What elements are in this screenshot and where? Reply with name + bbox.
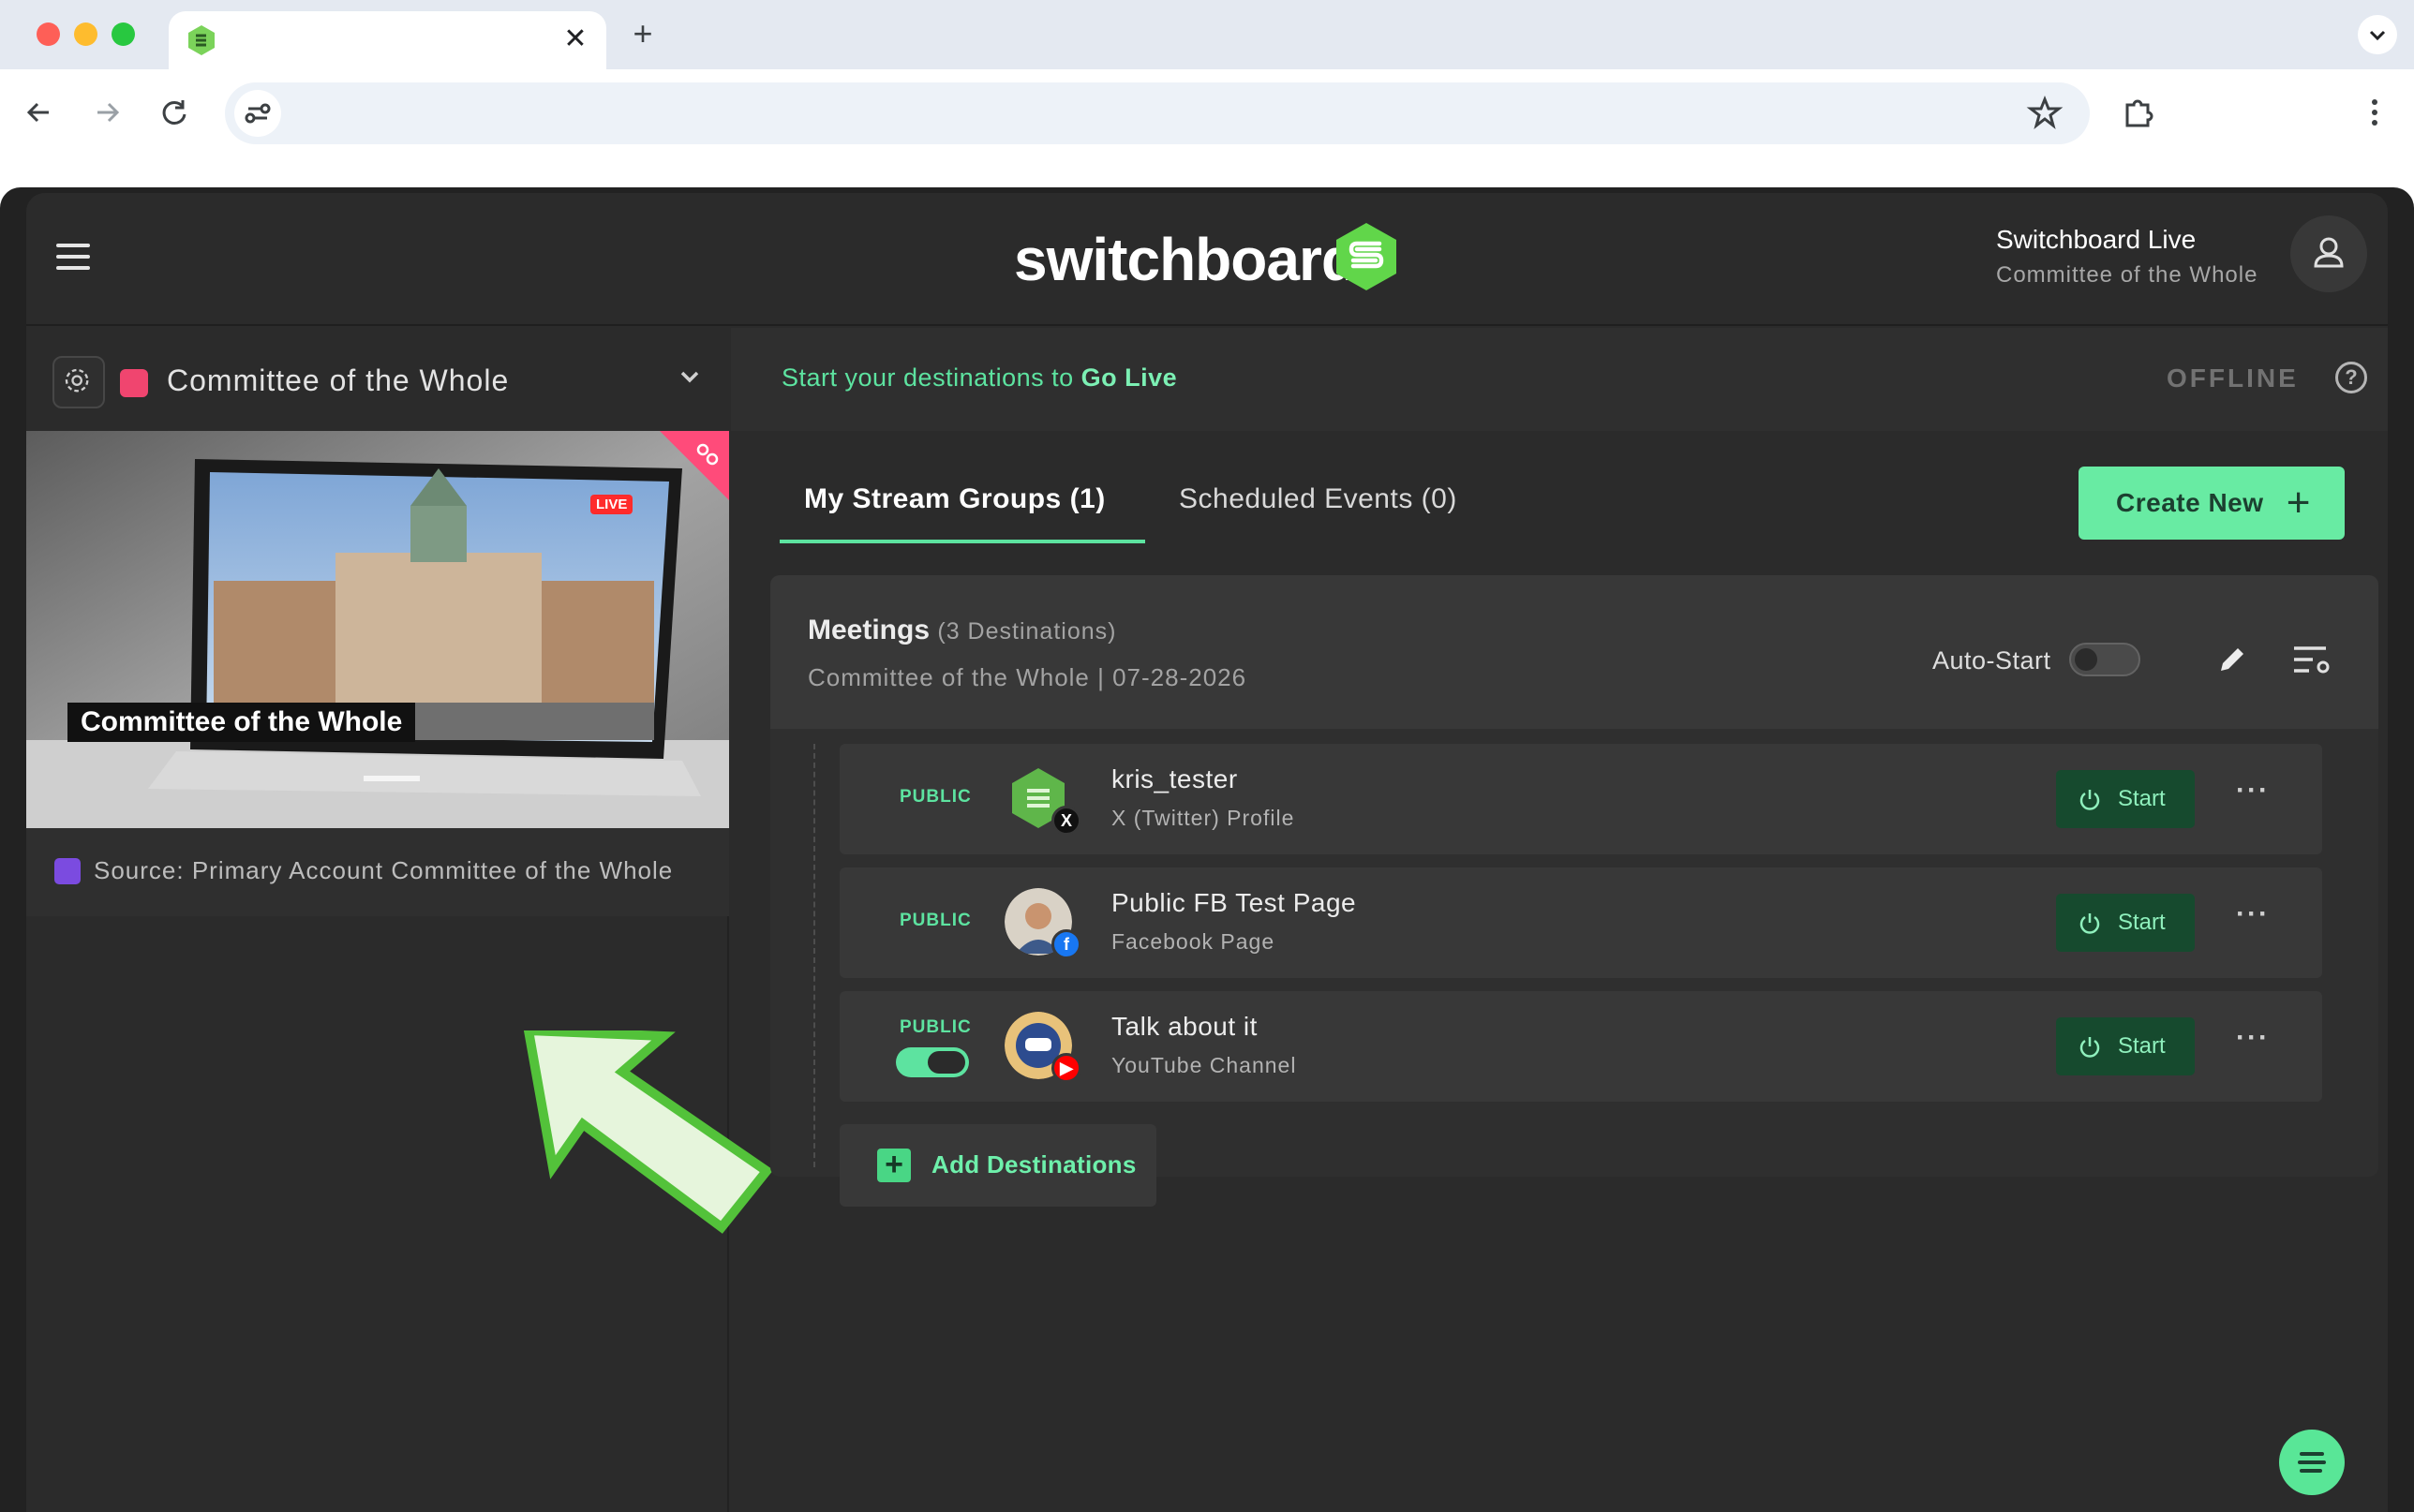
user-icon <box>2314 237 2344 268</box>
site-settings-icon <box>245 103 271 124</box>
visibility-label: PUBLIC <box>900 911 972 930</box>
chat-icon <box>2298 1452 2326 1473</box>
power-icon <box>2079 1037 2100 1058</box>
switchboard-favicon-icon <box>188 25 215 55</box>
chevron-down-icon[interactable] <box>677 363 703 390</box>
add-destinations-label: Add Destinations <box>931 1150 1137 1178</box>
browser-tab[interactable]: ✕ <box>169 11 606 69</box>
star-icon <box>2026 95 2064 129</box>
youtube-icon: ▶ <box>1051 1053 1081 1083</box>
stream-group-title: Meetings (3 Destinations) <box>808 615 1117 645</box>
new-tab-button[interactable]: + <box>624 15 662 52</box>
destination-type: YouTube Channel <box>1111 1053 1297 1077</box>
group-settings-icon[interactable] <box>2292 643 2333 678</box>
visibility-toggle[interactable] <box>896 1047 969 1077</box>
create-new-button[interactable]: Create New + <box>2079 467 2345 540</box>
chat-support-button[interactable] <box>2279 1430 2345 1495</box>
status-message: Start your destinations to Go Live <box>782 363 1178 392</box>
input-settings-button[interactable] <box>52 356 105 408</box>
visibility-label: PUBLIC <box>900 1017 972 1037</box>
plus-icon: + <box>2286 480 2311 526</box>
x-icon: X <box>1051 806 1081 836</box>
auto-start-toggle[interactable] <box>2069 643 2140 676</box>
kebab-menu-icon <box>2372 99 2377 126</box>
logo-wordmark: switchboard <box>1014 226 1358 293</box>
stream-group-subtitle: Committee of the Whole | 07-28-2026 <box>808 663 1247 691</box>
input-selector[interactable]: Committee of the Whole <box>26 328 729 431</box>
destination-row: PUBLIC f Public FB Test Page Facebook Pa… <box>840 867 2322 978</box>
visibility-label: PUBLIC <box>900 787 972 807</box>
site-settings-button[interactable] <box>234 90 281 137</box>
user-avatar-button[interactable] <box>2290 215 2367 292</box>
more-options-icon[interactable]: ··· <box>2234 900 2272 933</box>
go-live-status-bar: Start your destinations to Go Live OFFLI… <box>731 328 2388 431</box>
input-name: Committee of the Whole <box>167 363 510 397</box>
link-icon[interactable] <box>660 431 729 500</box>
more-options-icon[interactable]: ··· <box>2234 1024 2272 1057</box>
hamburger-menu-button[interactable] <box>56 244 90 272</box>
live-badge: LIVE <box>590 495 633 514</box>
start-button[interactable]: Start <box>2056 1017 2195 1075</box>
browser-menu-button[interactable] <box>2354 92 2395 133</box>
account-subtitle: Committee of the Whole <box>1996 262 2258 288</box>
destination-name: kris_tester <box>1111 764 1238 793</box>
source-text: Source: Primary Account Committee of the… <box>94 856 674 884</box>
forward-arrow-icon <box>97 102 120 123</box>
source-color-swatch <box>54 858 81 884</box>
address-bar[interactable] <box>225 82 2090 144</box>
auto-start-label: Auto-Start <box>1932 646 2051 674</box>
extensions-icon <box>2125 99 2153 127</box>
extensions-button[interactable] <box>2118 92 2159 133</box>
zoom-window-button[interactable] <box>112 22 135 46</box>
facebook-icon: f <box>1051 929 1081 959</box>
stream-group-tabs: My Stream Groups (1) Scheduled Events (0… <box>731 431 2388 562</box>
account-name: Switchboard Live <box>1996 225 2197 254</box>
destination-row: PUBLIC ▶ Talk about it YouTube Channel S… <box>840 991 2322 1102</box>
destination-name: Talk about it <box>1111 1012 1258 1041</box>
back-button[interactable] <box>19 92 60 133</box>
help-icon[interactable]: ? <box>2335 362 2367 393</box>
input-preview[interactable]: LIVE Committee of the Whole <box>26 431 729 828</box>
reload-button[interactable] <box>154 92 195 133</box>
gear-icon <box>65 368 89 393</box>
destination-type: X (Twitter) Profile <box>1111 806 1295 830</box>
chevron-down-icon <box>2369 30 2386 41</box>
tab-my-stream-groups[interactable]: My Stream Groups (1) <box>804 483 1106 515</box>
start-button[interactable]: Start <box>2056 770 2195 828</box>
destination-tree-line <box>813 744 815 1167</box>
add-destinations-button[interactable]: + Add Destinations <box>840 1124 1156 1207</box>
more-options-icon[interactable]: ··· <box>2234 777 2272 809</box>
destination-name: Public FB Test Page <box>1111 888 1357 917</box>
start-button[interactable]: Start <box>2056 894 2195 952</box>
browser-tab-strip: ✕ + <box>0 0 2414 69</box>
back-arrow-icon <box>26 102 49 123</box>
plus-icon: + <box>877 1149 911 1182</box>
stream-group-header: Meetings (3 Destinations) Committee of t… <box>770 575 2378 729</box>
destination-type: Facebook Page <box>1111 929 1275 954</box>
tab-scheduled-events[interactable]: Scheduled Events (0) <box>1179 483 1457 515</box>
browser-toolbar <box>0 69 2414 156</box>
pencil-icon[interactable] <box>2213 641 2251 678</box>
preview-title: Committee of the Whole <box>67 703 416 742</box>
annotation-arrow-icon <box>523 1030 774 1234</box>
tab-search-button[interactable] <box>2358 15 2397 54</box>
minimize-window-button[interactable] <box>74 22 97 46</box>
power-icon <box>2079 790 2100 810</box>
close-window-button[interactable] <box>37 22 60 46</box>
tab-close-button[interactable]: ✕ <box>559 22 592 56</box>
app-header: switchboard Switchboard Live Committee o… <box>26 193 2388 326</box>
power-icon <box>2079 913 2100 934</box>
forward-button[interactable] <box>86 92 127 133</box>
offline-status: OFFLINE <box>2167 363 2299 393</box>
preview-image <box>26 431 729 828</box>
input-sidebar: Committee of the Whole LIVE Committee of… <box>26 328 774 1512</box>
destination-row: PUBLIC X kris_tester X (Twitter) Profile… <box>840 744 2322 854</box>
reload-icon <box>162 100 186 125</box>
input-color-swatch <box>120 369 148 397</box>
active-tab-indicator <box>780 540 1145 543</box>
source-info: Source: Primary Account Committee of the… <box>26 828 729 916</box>
bookmark-button[interactable] <box>2024 92 2065 133</box>
switchboard-logo-icon <box>1336 223 1396 290</box>
